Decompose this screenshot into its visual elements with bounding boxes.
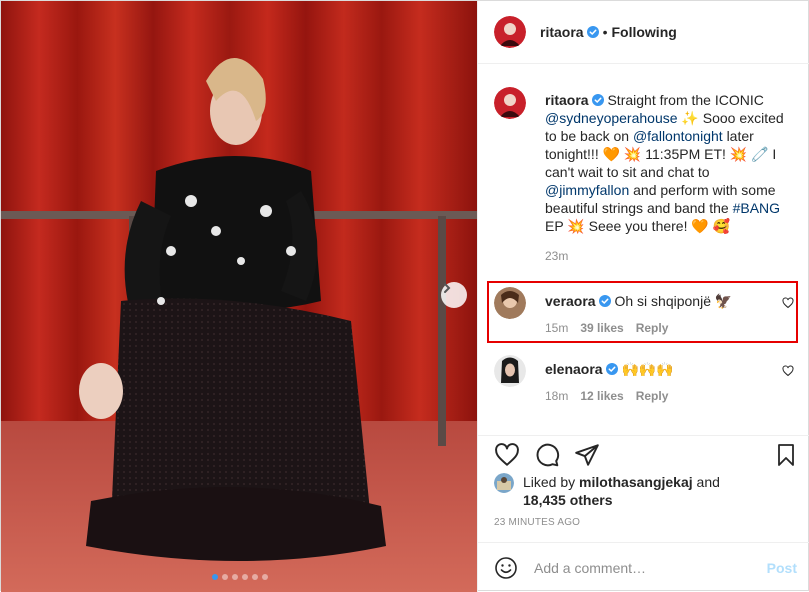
header-user: ritaora • Following bbox=[540, 24, 677, 40]
add-comment-bar: Post bbox=[478, 542, 809, 592]
avatar[interactable] bbox=[494, 87, 526, 119]
profile-photo-icon bbox=[494, 287, 526, 319]
post-comment-button[interactable]: Post bbox=[767, 560, 797, 576]
caption-username[interactable]: ritaora bbox=[545, 92, 589, 108]
comment-text: veraora Oh si shqiponjë 🦅 bbox=[545, 292, 765, 310]
comment-time[interactable]: 15m bbox=[545, 321, 568, 335]
bookmark-icon[interactable] bbox=[774, 442, 798, 468]
following-button[interactable]: Following bbox=[611, 24, 676, 40]
comment-body: Oh si shqiponjë 🦅 bbox=[614, 293, 733, 309]
profile-photo-icon bbox=[494, 355, 526, 387]
likes-and: and bbox=[696, 474, 720, 490]
carousel-indicator bbox=[212, 574, 268, 580]
comment-meta: 18m 12 likes Reply bbox=[545, 389, 668, 403]
carousel-dot bbox=[262, 574, 268, 580]
mention-link[interactable]: @jimmyfallon bbox=[545, 182, 629, 198]
verified-badge-icon bbox=[605, 363, 618, 375]
comment-time[interactable]: 18m bbox=[545, 389, 568, 403]
caption-time[interactable]: 23m bbox=[545, 249, 568, 263]
carousel-dot bbox=[232, 574, 238, 580]
reply-button[interactable]: Reply bbox=[636, 321, 669, 335]
heart-icon[interactable] bbox=[782, 365, 794, 377]
likes-text: Liked by milothasangjekaj and 18,435 oth… bbox=[523, 473, 763, 509]
post-photo[interactable] bbox=[1, 1, 477, 592]
comment-likes[interactable]: 12 likes bbox=[580, 389, 623, 403]
carousel-dot bbox=[212, 574, 218, 580]
liker-username[interactable]: milothasangjekaj bbox=[579, 474, 693, 490]
verified-badge-icon bbox=[586, 26, 599, 38]
heart-icon[interactable] bbox=[782, 297, 794, 309]
avatar[interactable] bbox=[494, 473, 514, 493]
comments-section[interactable]: ritaora Straight from the ICONIC @sydney… bbox=[478, 65, 809, 435]
post-timestamp[interactable]: 23 MINUTES AGO bbox=[494, 517, 580, 528]
emoji-smiley-icon[interactable] bbox=[494, 556, 518, 580]
hashtag-link[interactable]: #BANG bbox=[733, 200, 780, 216]
carousel-dot bbox=[242, 574, 248, 580]
post-header: ritaora • Following bbox=[478, 1, 809, 64]
likes-count[interactable]: 18,435 others bbox=[523, 492, 613, 508]
caption-text: ritaora Straight from the ICONIC @sydney… bbox=[545, 91, 793, 235]
photo-illustration bbox=[1, 1, 477, 592]
next-slide-button[interactable] bbox=[441, 282, 467, 308]
carousel-dot bbox=[222, 574, 228, 580]
caption-part: Straight from the ICONIC bbox=[607, 92, 764, 108]
action-bar bbox=[478, 435, 809, 471]
avatar[interactable] bbox=[494, 355, 526, 387]
comment-bubble-icon[interactable] bbox=[534, 442, 560, 468]
profile-photo-icon bbox=[494, 87, 526, 119]
carousel-dot bbox=[252, 574, 258, 580]
profile-photo-icon bbox=[494, 16, 526, 48]
profile-photo-icon bbox=[494, 473, 514, 493]
instagram-post: ritaora • Following ritaora Straight fro… bbox=[0, 0, 809, 592]
separator-dot: • bbox=[602, 24, 608, 40]
header-username[interactable]: ritaora bbox=[540, 24, 584, 40]
like-heart-icon[interactable] bbox=[494, 442, 520, 468]
likes-prefix: Liked by bbox=[523, 474, 576, 490]
post-side-panel: ritaora • Following ritaora Straight fro… bbox=[477, 1, 809, 592]
reply-button[interactable]: Reply bbox=[636, 389, 669, 403]
caption-part: EP 💥 Seee you there! 🧡 🥰 bbox=[545, 218, 731, 234]
share-paper-plane-icon[interactable] bbox=[574, 442, 600, 468]
comment-likes[interactable]: 39 likes bbox=[580, 321, 623, 335]
mention-link[interactable]: @sydneyoperahouse bbox=[545, 110, 678, 126]
verified-badge-icon bbox=[591, 94, 604, 106]
comment-username[interactable]: veraora bbox=[545, 293, 596, 309]
avatar[interactable] bbox=[494, 287, 526, 319]
chevron-right-icon bbox=[444, 283, 451, 293]
comment-body: 🙌🙌🙌 bbox=[621, 361, 674, 377]
comment-meta: 15m 39 likes Reply bbox=[545, 321, 668, 335]
comment-text: elenaora 🙌🙌🙌 bbox=[545, 360, 765, 378]
avatar[interactable] bbox=[494, 16, 526, 48]
comment-input[interactable] bbox=[534, 559, 764, 576]
comment-username[interactable]: elenaora bbox=[545, 361, 603, 377]
verified-badge-icon bbox=[598, 295, 611, 307]
mention-link[interactable]: @fallontonight bbox=[633, 128, 723, 144]
